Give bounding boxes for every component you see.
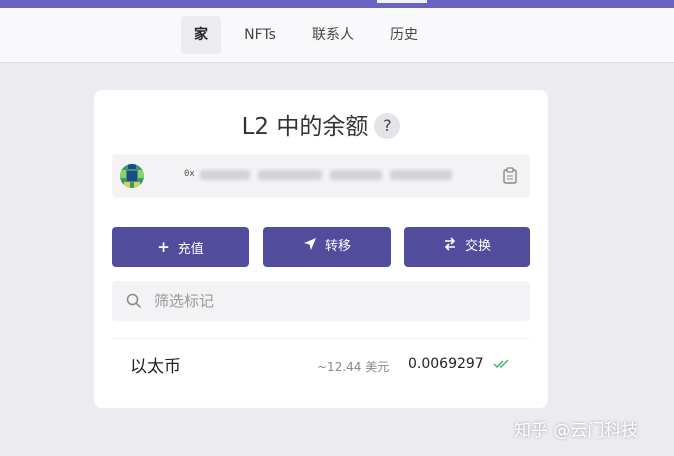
- nav-bar: 家 NFTs 联系人 历史: [0, 8, 674, 63]
- token-fiat-value: ~12.44 美元: [317, 360, 390, 374]
- deposit-label: 充值: [177, 242, 204, 257]
- address-redacted: [258, 170, 322, 180]
- token-row[interactable]: 以太币 ~12.44 美元 0.0069297: [112, 338, 530, 388]
- transfer-label: 转移: [324, 239, 351, 254]
- token-filter: [112, 281, 530, 321]
- tab-contacts[interactable]: 联系人: [305, 16, 361, 54]
- tab-home[interactable]: 家: [181, 16, 221, 54]
- address-redacted: [390, 170, 452, 180]
- tab-nfts[interactable]: NFTs: [236, 16, 284, 54]
- top-banner-highlight: [377, 0, 427, 3]
- address-redacted: [330, 170, 382, 180]
- address-redacted: [200, 170, 250, 180]
- balance-title: L2 中的余额?: [94, 107, 548, 141]
- top-banner: [0, 0, 674, 8]
- swap-label: 交换: [464, 239, 491, 254]
- transfer-button[interactable]: 转移: [263, 227, 391, 267]
- help-icon[interactable]: ?: [374, 113, 401, 139]
- token-name: 以太币: [130, 357, 181, 377]
- double-check-icon: [493, 359, 509, 368]
- deposit-button[interactable]: + 充值: [112, 227, 249, 267]
- tab-history[interactable]: 历史: [383, 16, 425, 54]
- clipboard-icon[interactable]: [503, 167, 517, 184]
- watermark: 知乎 @云门科技: [514, 421, 639, 441]
- swap-icon: [444, 237, 456, 251]
- token-amount: 0.0069297: [408, 356, 484, 372]
- balance-title-text: L2 中的余额: [241, 114, 369, 140]
- address-prefix: 0x: [184, 169, 195, 179]
- token-filter-input[interactable]: [154, 289, 514, 313]
- account-address-box: 0x: [112, 154, 530, 198]
- send-icon: [303, 238, 316, 250]
- avatar: [120, 164, 144, 188]
- swap-button[interactable]: 交换: [404, 227, 530, 267]
- plus-icon: +: [157, 238, 170, 256]
- balance-card: L2 中的余额? 0x + 充值 转移 交换 筛选标记 以太币 ~12.44 美…: [94, 90, 548, 408]
- search-icon: [126, 293, 142, 309]
